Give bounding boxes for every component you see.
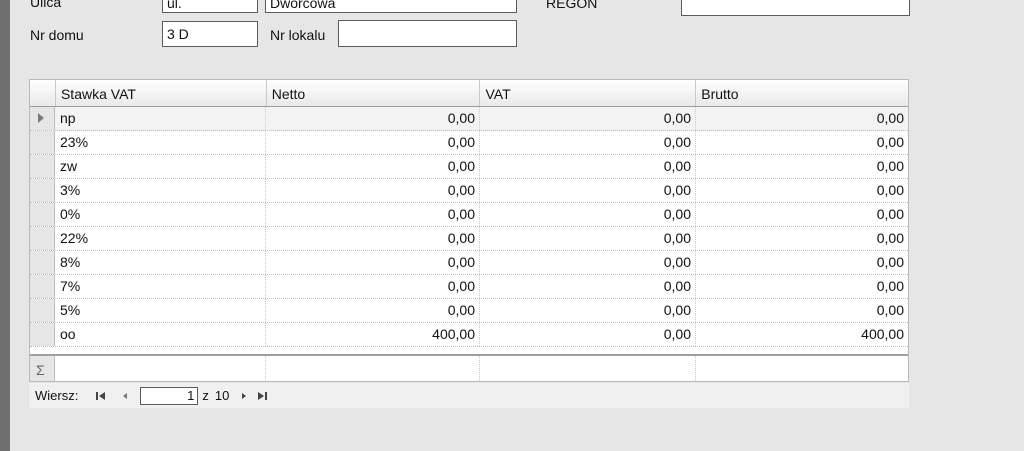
- cell-netto[interactable]: 0,00: [266, 299, 480, 322]
- nr-lokalu-field[interactable]: [338, 20, 517, 47]
- cell-vat[interactable]: 0,00: [480, 131, 696, 154]
- table-row[interactable]: 8% 0,00 0,00 0,00: [30, 251, 908, 275]
- cell-stawka[interactable]: np: [55, 107, 266, 130]
- row-selector[interactable]: [30, 251, 55, 274]
- table-row[interactable]: oo 400,00 0,00 400,00: [30, 323, 908, 347]
- cell-netto[interactable]: 400,00: [266, 323, 480, 346]
- cell-stawka[interactable]: 22%: [55, 227, 266, 250]
- row-selector[interactable]: [30, 323, 55, 346]
- ulica-label: Ulica: [30, 0, 62, 10]
- cell-stawka[interactable]: 5%: [55, 299, 266, 322]
- table-row[interactable]: 23% 0,00 0,00 0,00: [30, 131, 908, 155]
- cell-netto[interactable]: 0,00: [266, 107, 480, 130]
- page-total: 10: [214, 388, 230, 403]
- cell-stawka[interactable]: 23%: [55, 131, 266, 154]
- row-selector[interactable]: [30, 299, 55, 322]
- cell-vat[interactable]: 0,00: [480, 107, 696, 130]
- cell-stawka[interactable]: 3%: [55, 179, 266, 202]
- cell-vat[interactable]: 0,00: [480, 155, 696, 178]
- row-selector[interactable]: [30, 203, 55, 226]
- cell-stawka[interactable]: 8%: [55, 251, 266, 274]
- nr-lokalu-label: Nr lokalu: [270, 27, 326, 43]
- table-row[interactable]: 3% 0,00 0,00 0,00: [30, 179, 908, 203]
- regon-label: REGON: [546, 0, 598, 11]
- table-row[interactable]: zw 0,00 0,00 0,00: [30, 155, 908, 179]
- cell-brutto[interactable]: 0,00: [696, 131, 908, 154]
- cell-brutto[interactable]: 0,00: [696, 227, 908, 250]
- next-page-icon[interactable]: [235, 387, 253, 405]
- summary-cell-netto: [266, 356, 480, 381]
- summary-cell-vat: [480, 356, 696, 381]
- cell-brutto[interactable]: 0,00: [696, 275, 908, 298]
- cell-vat[interactable]: 0,00: [480, 299, 696, 322]
- cell-stawka[interactable]: oo: [55, 323, 266, 346]
- cell-brutto[interactable]: 0,00: [696, 107, 908, 130]
- row-selector[interactable]: [30, 155, 55, 178]
- cell-stawka[interactable]: zw: [55, 155, 266, 178]
- left-border: [0, 0, 10, 451]
- cell-netto[interactable]: 0,00: [266, 227, 480, 250]
- column-header-stawka-vat[interactable]: Stawka VAT: [56, 80, 267, 106]
- cell-netto[interactable]: 0,00: [266, 275, 480, 298]
- cell-vat[interactable]: 0,00: [480, 275, 696, 298]
- cell-brutto[interactable]: 400,00: [696, 323, 908, 346]
- cell-vat[interactable]: 0,00: [480, 251, 696, 274]
- summary-row: Σ: [30, 354, 908, 381]
- page-number-input[interactable]: 1: [140, 386, 199, 405]
- cell-brutto[interactable]: 0,00: [696, 203, 908, 226]
- grid-pager: Wiersz: 1 z 10: [29, 383, 909, 408]
- cell-brutto[interactable]: 0,00: [696, 251, 908, 274]
- column-header-vat[interactable]: VAT: [480, 80, 697, 106]
- cell-brutto[interactable]: 0,00: [696, 155, 908, 178]
- first-page-icon[interactable]: [92, 387, 110, 405]
- row-selector[interactable]: [30, 275, 55, 298]
- cell-netto[interactable]: 0,00: [266, 179, 480, 202]
- cell-netto[interactable]: 0,00: [266, 155, 480, 178]
- ulica-prefix-field[interactable]: ul.: [162, 0, 258, 13]
- last-page-icon[interactable]: [253, 387, 271, 405]
- row-selector-current-icon[interactable]: [30, 107, 55, 130]
- cell-vat[interactable]: 0,00: [480, 179, 696, 202]
- ulica-field[interactable]: Dworcowa: [265, 0, 517, 13]
- nr-domu-field[interactable]: 3 D: [162, 21, 258, 47]
- table-row[interactable]: np 0,00 0,00 0,00: [30, 107, 908, 131]
- nr-domu-label: Nr domu: [30, 27, 84, 43]
- table-row[interactable]: 5% 0,00 0,00 0,00: [30, 299, 908, 323]
- pager-label: Wiersz:: [35, 388, 79, 403]
- row-selector[interactable]: [30, 179, 55, 202]
- cell-brutto[interactable]: 0,00: [696, 179, 908, 202]
- regon-field[interactable]: [681, 0, 910, 16]
- cell-vat[interactable]: 0,00: [480, 203, 696, 226]
- grid-header-corner: [30, 80, 56, 106]
- table-row[interactable]: 0% 0,00 0,00 0,00: [30, 203, 908, 227]
- grid-rows: np 0,00 0,00 0,00 23% 0,00 0,00 0,00 zw …: [30, 107, 908, 347]
- cell-netto[interactable]: 0,00: [266, 251, 480, 274]
- cell-netto[interactable]: 0,00: [266, 131, 480, 154]
- column-header-netto[interactable]: Netto: [267, 80, 481, 106]
- cell-brutto[interactable]: 0,00: [696, 299, 908, 322]
- summary-cell-brutto: [696, 356, 908, 381]
- cell-stawka[interactable]: 7%: [55, 275, 266, 298]
- prev-page-icon[interactable]: [116, 387, 134, 405]
- table-row[interactable]: 7% 0,00 0,00 0,00: [30, 275, 908, 299]
- table-row[interactable]: 22% 0,00 0,00 0,00: [30, 227, 908, 251]
- cell-vat[interactable]: 0,00: [480, 227, 696, 250]
- column-header-brutto[interactable]: Brutto: [696, 80, 908, 106]
- cell-stawka[interactable]: 0%: [55, 203, 266, 226]
- row-selector[interactable]: [30, 131, 55, 154]
- row-selector[interactable]: [30, 227, 55, 250]
- vat-grid: Stawka VAT Netto VAT Brutto np 0,00 0,00…: [29, 79, 909, 382]
- cell-vat[interactable]: 0,00: [480, 323, 696, 346]
- cell-netto[interactable]: 0,00: [266, 203, 480, 226]
- sum-icon: Σ: [30, 356, 55, 381]
- page-of-label: z: [202, 388, 209, 403]
- summary-cell-stawka: [55, 356, 266, 381]
- grid-header: Stawka VAT Netto VAT Brutto: [30, 80, 908, 107]
